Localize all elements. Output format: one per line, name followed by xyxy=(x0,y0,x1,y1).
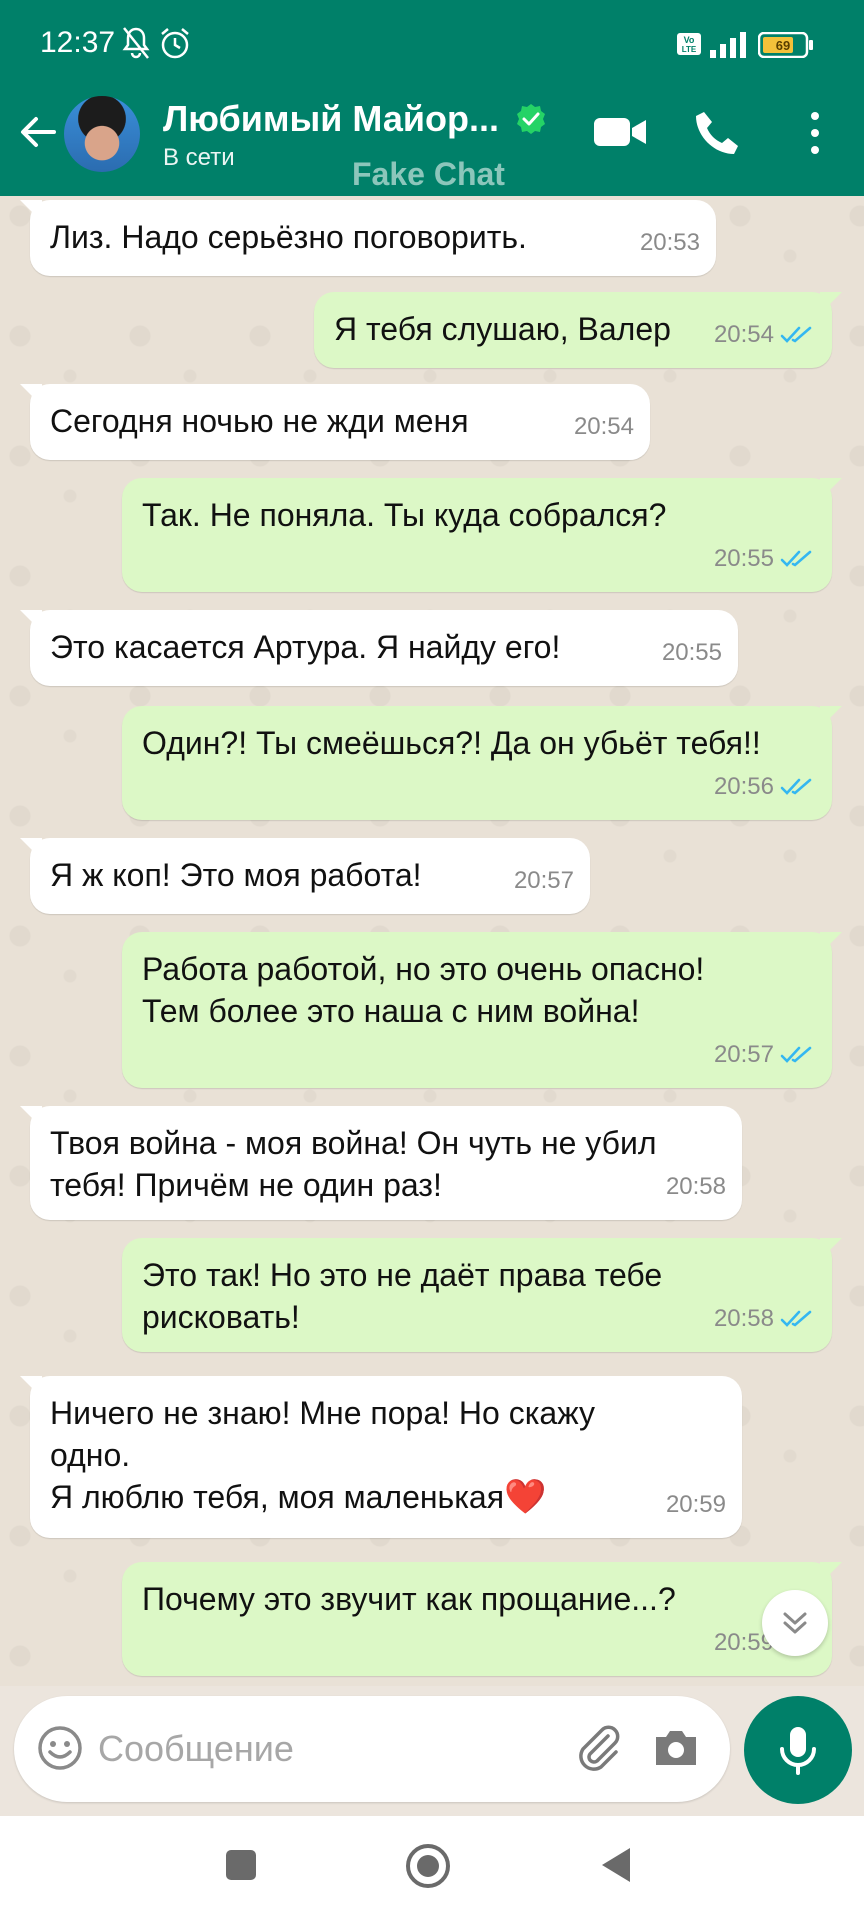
battery-icon: 69 xyxy=(758,32,813,58)
message-outgoing[interactable]: Почему это звучит как прощание...? 20:59 xyxy=(122,1562,842,1676)
chat-header: Любимый Майор... В сети Fake Chat xyxy=(0,86,864,196)
message-time: 20:58 xyxy=(665,1173,726,1200)
signal-strength-icon xyxy=(710,32,746,58)
message-input[interactable] xyxy=(98,1720,558,1778)
message-time: 20:59 xyxy=(665,1491,726,1518)
chat-area[interactable]: Лиз. Надо серьёзно поговорить. 20:53 Я т… xyxy=(0,196,864,1686)
message-time: 20:53 xyxy=(639,229,700,256)
volte-icon: Vo LTE xyxy=(677,33,701,55)
message-text: Так. Не поняла. Ты куда собрался? xyxy=(142,497,667,533)
muted-bell-icon xyxy=(122,27,150,59)
message-text: Один?! Ты смеёшься?! Да он убьёт тебя!! xyxy=(142,725,761,761)
status-time: 12:37 xyxy=(40,26,116,59)
system-nav-bar xyxy=(0,1816,864,1920)
read-receipt-icon xyxy=(780,550,812,567)
message-text: Я ж коп! Это моя работа! xyxy=(50,857,422,893)
more-options-icon[interactable] xyxy=(800,108,830,158)
verified-badge-icon xyxy=(517,104,545,134)
message-outgoing[interactable]: Так. Не поняла. Ты куда собрался? 20:55 xyxy=(122,478,842,592)
read-receipt-icon xyxy=(780,1046,812,1063)
message-incoming[interactable]: Я ж коп! Это моя работа! 20:57 xyxy=(20,838,590,914)
contact-avatar[interactable] xyxy=(64,96,140,172)
message-text: Это касается Артура. Я найду его! xyxy=(50,629,561,665)
microphone-icon xyxy=(780,1727,816,1775)
back-arrow-icon[interactable] xyxy=(16,110,60,154)
emoji-icon[interactable] xyxy=(36,1724,84,1772)
home-icon[interactable] xyxy=(404,1842,452,1890)
message-text: Сегодня ночью не жди меня xyxy=(50,403,469,439)
presence-status: В сети xyxy=(163,144,235,171)
app-header: 12:37 Vo LTE 69 Любимый Майор... В сети … xyxy=(0,0,864,196)
read-receipt-icon xyxy=(780,326,812,343)
read-receipt-icon xyxy=(780,778,812,795)
message-text: Работа работой, но это очень опасно! Тем… xyxy=(142,951,705,1029)
message-text: Ничего не знаю! Мне пора! Но скажу одно.… xyxy=(50,1395,595,1516)
message-outgoing[interactable]: Один?! Ты смеёшься?! Да он убьёт тебя!! … xyxy=(122,706,842,820)
message-time: 20:55 xyxy=(661,639,722,666)
message-text: Это так! Но это не даёт права тебе риско… xyxy=(142,1257,663,1335)
message-incoming[interactable]: Лиз. Надо серьёзно поговорить. 20:53 xyxy=(20,200,716,276)
recent-apps-icon[interactable] xyxy=(222,1846,260,1884)
message-text: Лиз. Надо серьёзно поговорить. xyxy=(50,219,527,255)
nav-back-icon[interactable] xyxy=(596,1844,634,1886)
alarm-icon xyxy=(161,28,189,59)
read-receipt-icon xyxy=(780,1310,812,1327)
message-composer xyxy=(14,1696,730,1802)
svg-text:LTE: LTE xyxy=(682,45,697,54)
video-call-icon[interactable] xyxy=(592,108,648,156)
message-time: 20:56 xyxy=(713,773,774,800)
status-bar: 12:37 Vo LTE 69 xyxy=(0,0,864,86)
message-time: 20:54 xyxy=(573,413,634,440)
scroll-to-bottom-button[interactable] xyxy=(762,1590,828,1656)
paperclip-icon[interactable] xyxy=(570,1720,626,1776)
contact-name[interactable]: Любимый Майор... xyxy=(163,98,499,140)
message-incoming[interactable]: Ничего не знаю! Мне пора! Но скажу одно.… xyxy=(20,1376,742,1538)
message-incoming[interactable]: Сегодня ночью не жди меня 20:54 xyxy=(20,384,650,460)
message-time: 20:57 xyxy=(513,867,574,894)
message-incoming[interactable]: Это касается Артура. Я найду его! 20:55 xyxy=(20,610,738,686)
battery-level: 69 xyxy=(776,38,790,53)
heart-emoji: ❤️ xyxy=(504,1478,547,1516)
message-time: 20:58 xyxy=(713,1305,774,1332)
camera-icon[interactable] xyxy=(650,1722,702,1774)
double-chevron-down-icon xyxy=(783,1612,807,1634)
voice-message-button[interactable] xyxy=(744,1696,852,1804)
watermark: Fake Chat xyxy=(352,156,505,192)
message-text: Почему это звучит как прощание...? xyxy=(142,1581,676,1617)
message-outgoing[interactable]: Это так! Но это не даёт права тебе риско… xyxy=(122,1238,842,1352)
message-text: Твоя война - моя война! Он чуть не убил … xyxy=(50,1125,657,1203)
svg-text:Vo: Vo xyxy=(684,35,695,45)
message-incoming[interactable]: Твоя война - моя война! Он чуть не убил … xyxy=(20,1106,742,1220)
voice-call-icon[interactable] xyxy=(692,108,742,158)
message-outgoing[interactable]: Работа работой, но это очень опасно! Тем… xyxy=(122,932,842,1088)
message-time: 20:57 xyxy=(713,1041,774,1068)
message-outgoing[interactable]: Я тебя слушаю, Валер 20:54 xyxy=(314,292,842,368)
message-time: 20:54 xyxy=(713,321,774,348)
message-time: 20:55 xyxy=(713,545,774,572)
